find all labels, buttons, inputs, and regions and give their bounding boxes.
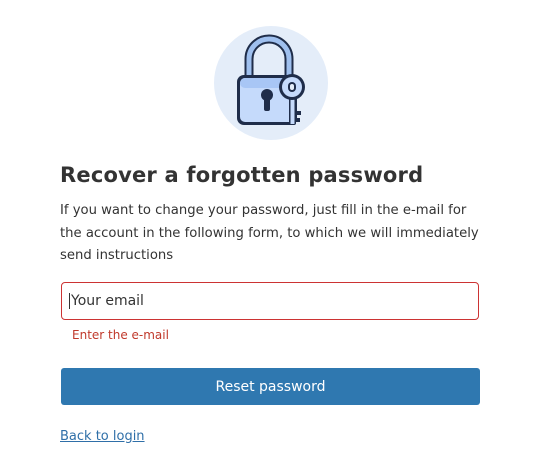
back-to-login-link[interactable]: Back to login: [60, 429, 145, 444]
padlock-with-key-icon: [213, 25, 329, 141]
email-field[interactable]: [61, 282, 479, 320]
email-input[interactable]: [69, 293, 478, 309]
page-description: If you want to change your password, jus…: [60, 203, 479, 263]
page-title: Recover a forgotten password: [60, 163, 424, 187]
email-error-message: Enter the e-mail: [72, 328, 169, 342]
reset-password-button[interactable]: Reset password: [61, 368, 480, 405]
